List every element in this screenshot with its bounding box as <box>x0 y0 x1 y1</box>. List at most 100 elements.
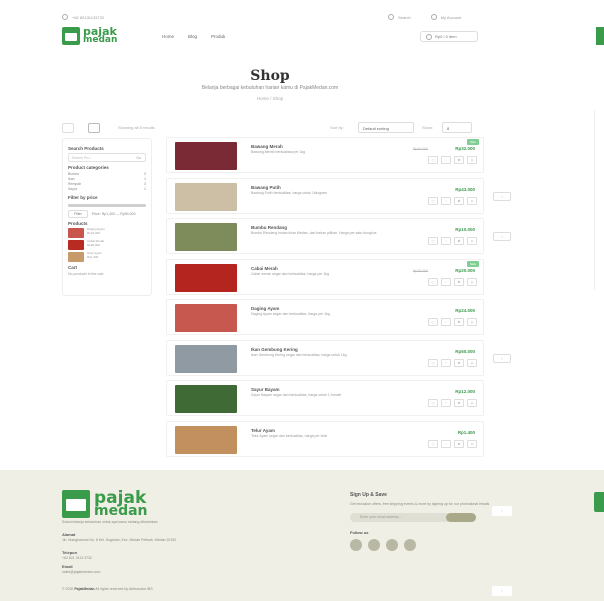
quick-view-icon[interactable]: ◎ <box>467 439 477 448</box>
search-link[interactable]: Search <box>388 14 411 20</box>
add-to-cart-icon[interactable]: ▢ <box>428 358 438 367</box>
mini-product-image <box>68 240 84 250</box>
quick-view-icon[interactable]: ◎ <box>467 277 477 286</box>
signup-description: Get exclusive offers, free shipping even… <box>350 502 490 506</box>
product-image[interactable] <box>175 344 237 373</box>
product-row[interactable]: Daging Ayam Daging Ayam segar dan berkual… <box>166 299 484 335</box>
compare-icon[interactable]: ⇄ <box>454 439 464 448</box>
mini-product[interactable]: Daging Ayam Rp24.000 <box>68 227 146 238</box>
nav-blog[interactable]: Blog <box>188 34 197 39</box>
account-link[interactable]: My Account <box>430 14 461 20</box>
product-name[interactable]: Daging Ayam <box>251 306 279 311</box>
list-view-button[interactable] <box>88 123 100 133</box>
product-row[interactable]: Bumbu Rendang Bumbu Rendang instan khas M… <box>166 218 511 254</box>
compare-icon[interactable]: ⇄ <box>454 237 464 245</box>
price-slider[interactable] <box>68 204 146 207</box>
instagram-icon[interactable] <box>386 538 398 551</box>
add-to-cart-icon[interactable]: ▢ <box>428 156 438 164</box>
user-icon <box>430 14 437 20</box>
search-go-button[interactable]: Go <box>136 156 141 160</box>
scroll-top-button[interactable]: › <box>492 586 512 596</box>
product-side-button[interactable]: › <box>493 353 511 363</box>
mini-product[interactable]: Telur Ayam Rp1.400 <box>68 251 146 262</box>
footer-logo[interactable]: pajak medan <box>62 490 148 518</box>
compare-icon[interactable]: ⇄ <box>454 196 464 205</box>
site-footer: pajak medan Solusi belanja kebutuhan unt… <box>0 470 604 601</box>
sort-select[interactable]: Default sorting <box>358 122 414 133</box>
category-item[interactable]: Sayur 1 <box>68 187 146 192</box>
product-row[interactable]: Ikan Gembung Kering Ikan Gembung Kering s… <box>166 339 511 376</box>
subscribe-button[interactable] <box>446 512 476 522</box>
nav-home[interactable]: Home <box>162 34 174 39</box>
add-to-cart-icon[interactable]: ▢ <box>428 399 438 407</box>
product-image[interactable] <box>175 263 237 292</box>
youtube-icon[interactable] <box>404 538 416 551</box>
product-name[interactable]: Bumbu Rendang <box>251 225 287 230</box>
wishlist-icon[interactable]: ♡ <box>441 196 451 205</box>
product-name[interactable]: Bawang Putih <box>251 185 281 190</box>
product-name[interactable]: Telur Ayam <box>251 428 275 433</box>
compare-icon[interactable]: ⇄ <box>454 318 464 326</box>
add-to-cart-icon[interactable]: ▢ <box>428 439 438 448</box>
quick-view-icon[interactable]: ◎ <box>467 156 477 164</box>
quick-view-icon[interactable]: ◎ <box>467 399 477 407</box>
add-to-cart-icon[interactable]: ▢ <box>428 318 438 326</box>
mini-product[interactable]: Cabai Merah Rp20.000 <box>68 239 146 250</box>
wishlist-icon[interactable]: ♡ <box>441 318 451 326</box>
quick-view-icon[interactable]: ◎ <box>467 318 477 326</box>
sale-badge: Sale <box>466 260 479 267</box>
add-to-cart-icon[interactable]: ▢ <box>428 237 438 245</box>
newsletter-email-input[interactable]: Enter your email address... <box>350 512 476 522</box>
product-image[interactable] <box>175 182 237 211</box>
product-side-button[interactable]: › <box>493 232 511 241</box>
compare-icon[interactable]: ⇄ <box>454 358 464 367</box>
product-image[interactable] <box>175 142 237 170</box>
add-to-cart-icon[interactable]: ▢ <box>428 277 438 286</box>
product-name[interactable]: Ikan Gembung Kering <box>251 347 298 352</box>
product-actions: ▢ ♡ ⇄ ◎ <box>428 318 477 326</box>
result-count: Showing all 8 results <box>118 125 155 130</box>
copyright-brand[interactable]: PajakMedan <box>74 587 94 591</box>
quick-view-icon[interactable]: ◎ <box>467 237 477 245</box>
wishlist-icon[interactable]: ♡ <box>441 156 451 164</box>
product-row[interactable]: Telur Ayam Telur Ayam segar dan berkualit… <box>166 420 484 457</box>
show-select[interactable]: 8 <box>442 122 472 133</box>
compare-icon[interactable]: ⇄ <box>454 399 464 407</box>
product-name[interactable]: Sayur Bayam <box>251 387 280 392</box>
filter-button[interactable]: Filter <box>68 210 88 218</box>
breadcrumb[interactable]: Home / Shop <box>0 96 540 101</box>
compare-icon[interactable]: ⇄ <box>454 156 464 164</box>
product-description: Ikan Gembung Kering segar dan berkualita… <box>251 352 347 357</box>
quick-view-icon[interactable]: ◎ <box>467 196 477 205</box>
add-to-cart-icon[interactable]: ▢ <box>428 196 438 205</box>
facebook-icon[interactable] <box>350 538 362 551</box>
twitter-icon[interactable] <box>368 538 380 551</box>
product-row[interactable]: Bawang Merah Bawang Merah berkualitas per… <box>166 137 484 173</box>
wishlist-icon[interactable]: ♡ <box>441 399 451 407</box>
product-image[interactable] <box>175 425 237 454</box>
product-name[interactable]: Cabai Merah <box>251 266 278 271</box>
footer-email-link[interactable]: sales@pajakmedan.com <box>62 570 100 574</box>
product-row[interactable]: Sayur Bayam Sayur Bayam segar dan berkual… <box>166 380 484 416</box>
product-image[interactable] <box>175 223 237 251</box>
wishlist-icon[interactable]: ♡ <box>441 237 451 245</box>
product-image[interactable] <box>175 304 237 332</box>
site-logo[interactable]: pajak medan <box>62 26 117 45</box>
quick-view-icon[interactable]: ◎ <box>467 358 477 367</box>
nav-produk[interactable]: Produk <box>211 34 225 39</box>
wishlist-icon[interactable]: ♡ <box>441 358 451 367</box>
compare-icon[interactable]: ⇄ <box>454 277 464 286</box>
product-side-button[interactable]: › <box>493 191 511 201</box>
product-description: Sayur Bayam segar dan berkualitas, harga… <box>251 393 342 397</box>
product-search-input[interactable]: Search Pro... Go <box>68 153 146 162</box>
product-name[interactable]: Bawang Merah <box>251 144 283 149</box>
wishlist-icon[interactable]: ♡ <box>441 277 451 286</box>
grid-view-button[interactable] <box>62 123 74 133</box>
cart-button[interactable]: Rp0 / 0 item <box>420 31 478 42</box>
wishlist-icon[interactable]: ♡ <box>441 439 451 448</box>
product-row[interactable]: Bawang Putih Bawang Putih berkualitas, ha… <box>166 177 511 214</box>
product-image[interactable] <box>175 385 237 413</box>
footer-side-button[interactable]: › <box>492 506 512 516</box>
product-row[interactable]: Cabai Merah Cabai merah segar dan berkual… <box>166 258 484 295</box>
price-range-label: Price: Rp1,400 — Rp50,000 <box>91 212 136 216</box>
